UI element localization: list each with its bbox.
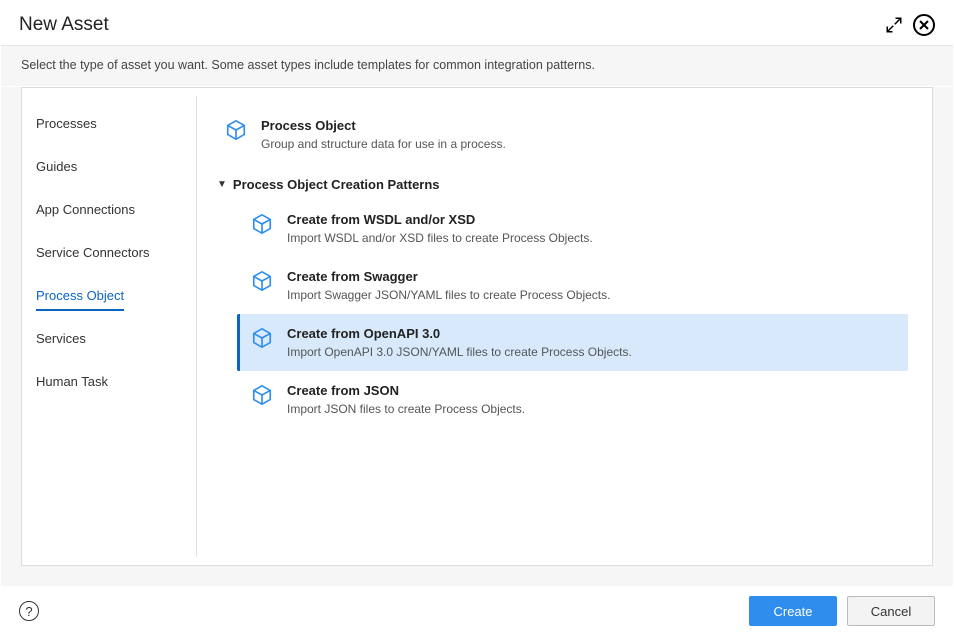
option-create-from-json[interactable]: Create from JSON Import JSON files to cr… xyxy=(237,371,908,428)
option-process-object[interactable]: Process Object Group and structure data … xyxy=(211,106,908,163)
sidebar-item-process-object[interactable]: Process Object xyxy=(22,278,196,321)
title-actions xyxy=(885,14,935,36)
option-text: Create from OpenAPI 3.0 Import OpenAPI 3… xyxy=(287,326,896,359)
cancel-button[interactable]: Cancel xyxy=(847,596,935,626)
content-panel: Processes Guides App Connections Service… xyxy=(21,87,933,566)
close-icon[interactable] xyxy=(913,14,935,36)
option-create-from-openapi[interactable]: Create from OpenAPI 3.0 Import OpenAPI 3… xyxy=(237,314,908,371)
option-desc: Import OpenAPI 3.0 JSON/YAML files to cr… xyxy=(287,345,896,359)
option-create-from-wsdl-xsd[interactable]: Create from WSDL and/or XSD Import WSDL … xyxy=(237,200,908,257)
option-create-from-swagger[interactable]: Create from Swagger Import Swagger JSON/… xyxy=(237,257,908,314)
option-text: Create from WSDL and/or XSD Import WSDL … xyxy=(287,212,896,245)
new-asset-dialog: New Asset Select the type of asset you w… xyxy=(0,0,954,641)
section-header-label: Process Object Creation Patterns xyxy=(233,177,440,192)
patterns-group: Create from WSDL and/or XSD Import WSDL … xyxy=(211,200,908,428)
asset-type-sidebar: Processes Guides App Connections Service… xyxy=(22,96,197,557)
option-text: Process Object Group and structure data … xyxy=(261,118,896,151)
sidebar-item-services[interactable]: Services xyxy=(22,321,196,364)
sidebar-item-label: Processes xyxy=(36,116,97,139)
cube-icon xyxy=(251,270,273,297)
option-desc: Import JSON files to create Process Obje… xyxy=(287,402,896,416)
dialog-description: Select the type of asset you want. Some … xyxy=(1,45,953,87)
sidebar-item-label: Service Connectors xyxy=(36,245,149,268)
content-wrap: Processes Guides App Connections Service… xyxy=(1,87,953,586)
footer-buttons: Create Cancel xyxy=(749,596,935,626)
cube-icon xyxy=(251,213,273,240)
option-title: Create from JSON xyxy=(287,383,896,398)
sidebar-item-human-task[interactable]: Human Task xyxy=(22,364,196,407)
cube-icon xyxy=(225,119,247,146)
option-title: Create from OpenAPI 3.0 xyxy=(287,326,896,341)
help-icon[interactable]: ? xyxy=(19,601,39,621)
create-button[interactable]: Create xyxy=(749,596,837,626)
option-desc: Import Swagger JSON/YAML files to create… xyxy=(287,288,896,302)
cube-icon xyxy=(251,327,273,354)
sidebar-item-app-connections[interactable]: App Connections xyxy=(22,192,196,235)
chevron-down-icon: ▼ xyxy=(217,179,227,190)
cube-icon xyxy=(251,384,273,411)
option-text: Create from JSON Import JSON files to cr… xyxy=(287,383,896,416)
asset-options-area: Process Object Group and structure data … xyxy=(197,88,932,565)
option-desc: Group and structure data for use in a pr… xyxy=(261,137,896,151)
sidebar-item-label: Human Task xyxy=(36,374,108,397)
sidebar-item-label: Guides xyxy=(36,159,77,182)
dialog-title: New Asset xyxy=(19,14,109,36)
sidebar-item-label: App Connections xyxy=(36,202,135,225)
option-text: Create from Swagger Import Swagger JSON/… xyxy=(287,269,896,302)
option-title: Process Object xyxy=(261,118,896,133)
option-title: Create from WSDL and/or XSD xyxy=(287,212,896,227)
option-desc: Import WSDL and/or XSD files to create P… xyxy=(287,231,896,245)
sidebar-item-processes[interactable]: Processes xyxy=(22,106,196,149)
expand-icon[interactable] xyxy=(885,16,903,34)
sidebar-item-guides[interactable]: Guides xyxy=(22,149,196,192)
titlebar: New Asset xyxy=(1,1,953,45)
dialog-footer: ? Create Cancel xyxy=(1,586,953,640)
option-title: Create from Swagger xyxy=(287,269,896,284)
sidebar-item-label: Services xyxy=(36,331,86,354)
section-header-patterns[interactable]: ▼ Process Object Creation Patterns xyxy=(211,163,908,200)
sidebar-item-service-connectors[interactable]: Service Connectors xyxy=(22,235,196,278)
sidebar-item-label: Process Object xyxy=(36,288,124,311)
